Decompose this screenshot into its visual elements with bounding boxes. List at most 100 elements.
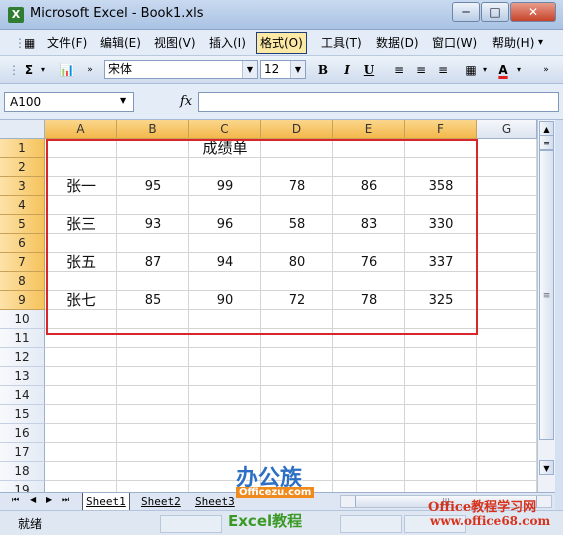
last-sheet-icon[interactable]: ⏭ [62,495,69,505]
cell[interactable] [117,481,189,492]
cell[interactable] [333,329,405,348]
column-header-d[interactable]: D [261,120,333,139]
cell[interactable] [117,386,189,405]
sheet-tab-sheet1[interactable]: Sheet1 [82,493,130,510]
font-color-button[interactable]: A [494,60,512,80]
align-right-icon[interactable]: ≡ [434,60,452,80]
menu-view[interactable]: 视图(V) [154,34,196,52]
row-header-1[interactable]: 1 [0,139,45,158]
italic-button[interactable]: I [338,60,356,80]
cell[interactable] [405,310,477,329]
cell[interactable] [45,367,117,386]
score-cell[interactable]: 87 [117,253,189,272]
cell[interactable] [477,234,537,253]
cell[interactable] [333,443,405,462]
sheet-tab-sheet2[interactable]: Sheet2 [138,493,184,510]
bold-button[interactable]: B [314,60,332,80]
underline-button[interactable]: U [360,60,378,80]
borders-dropdown-icon[interactable]: ▾ [480,60,490,80]
scroll-up-icon[interactable]: ▲ [539,121,554,136]
row-header-3[interactable]: 3 [0,177,45,196]
cell[interactable] [45,196,117,215]
cell[interactable] [117,405,189,424]
cell[interactable] [333,367,405,386]
prev-sheet-icon[interactable]: ◀ [30,495,36,504]
cell[interactable] [333,310,405,329]
menu-help[interactable]: 帮助(H) [492,34,534,52]
student-name-cell[interactable]: 张五 [45,253,117,272]
cell[interactable] [477,291,537,310]
cell[interactable] [45,481,117,492]
cell[interactable] [333,234,405,253]
cell[interactable] [45,158,117,177]
score-cell[interactable]: 72 [261,291,333,310]
next-sheet-icon[interactable]: ▶ [46,495,52,504]
cell[interactable] [45,348,117,367]
cell[interactable] [333,348,405,367]
menu-window[interactable]: 窗口(W) [432,34,477,52]
cell[interactable] [117,196,189,215]
cell[interactable] [117,348,189,367]
chevron-down-icon[interactable]: ▼ [242,61,257,78]
cell[interactable] [477,272,537,291]
score-cell[interactable]: 99 [189,177,261,196]
sheet-tab-sheet3[interactable]: Sheet3 [192,493,238,510]
score-cell[interactable]: 94 [189,253,261,272]
workbook-icon[interactable]: ▦ [24,34,35,52]
cell[interactable] [477,443,537,462]
student-name-cell[interactable]: 张一 [45,177,117,196]
select-all-corner[interactable] [0,120,45,139]
row-header-15[interactable]: 15 [0,405,45,424]
cell[interactable] [405,405,477,424]
row-header-11[interactable]: 11 [0,329,45,348]
row-header-8[interactable]: 8 [0,272,45,291]
row-header-10[interactable]: 10 [0,310,45,329]
cell[interactable] [117,443,189,462]
cell[interactable] [477,177,537,196]
score-cell[interactable]: 90 [189,291,261,310]
align-left-icon[interactable]: ≡ [390,60,408,80]
row-header-17[interactable]: 17 [0,443,45,462]
cell[interactable] [189,234,261,253]
cell[interactable] [477,310,537,329]
cell[interactable] [477,329,537,348]
cell[interactable] [477,348,537,367]
cell[interactable] [477,405,537,424]
cell[interactable] [45,234,117,253]
cell[interactable] [405,329,477,348]
cell[interactable] [45,462,117,481]
cell[interactable] [477,215,537,234]
cell[interactable] [405,139,477,158]
cell[interactable] [333,462,405,481]
sheet-title-cell[interactable]: 成绩单 [189,139,261,158]
cell[interactable] [333,481,405,492]
cell[interactable] [477,196,537,215]
maximize-button[interactable]: □ [481,2,509,22]
cell[interactable] [261,424,333,443]
cell[interactable] [333,196,405,215]
column-header-c[interactable]: C [189,120,261,139]
row-header-19[interactable]: 19 [0,481,45,492]
cell[interactable] [261,386,333,405]
chevron-down-icon[interactable]: ▼ [290,61,305,78]
scroll-down-icon[interactable]: ▼ [539,460,554,475]
cell[interactable] [261,348,333,367]
cell[interactable] [261,272,333,291]
menu-data[interactable]: 数据(D) [376,34,419,52]
row-header-7[interactable]: 7 [0,253,45,272]
cell[interactable] [45,386,117,405]
cell[interactable] [405,158,477,177]
cell[interactable] [477,158,537,177]
worksheet-grid[interactable]: ABCDEFG 1 2 3 4 5 6 7 8 9 10 11 12 13 14 15 16 17 18 19 成绩… [0,120,537,492]
cell[interactable] [45,272,117,291]
first-sheet-icon[interactable]: ⏮ [12,495,19,505]
cell[interactable] [117,158,189,177]
cell[interactable] [45,424,117,443]
menu-overflow-icon[interactable]: ▾ [538,34,543,52]
split-handle-icon[interactable]: ═ [539,135,554,150]
minimize-button[interactable]: ─ [452,2,480,22]
score-cell[interactable]: 80 [261,253,333,272]
score-cell[interactable]: 330 [405,215,477,234]
cell[interactable] [117,462,189,481]
vertical-scrollbar[interactable]: ▲ ═ ≡ ▼ [537,120,555,492]
